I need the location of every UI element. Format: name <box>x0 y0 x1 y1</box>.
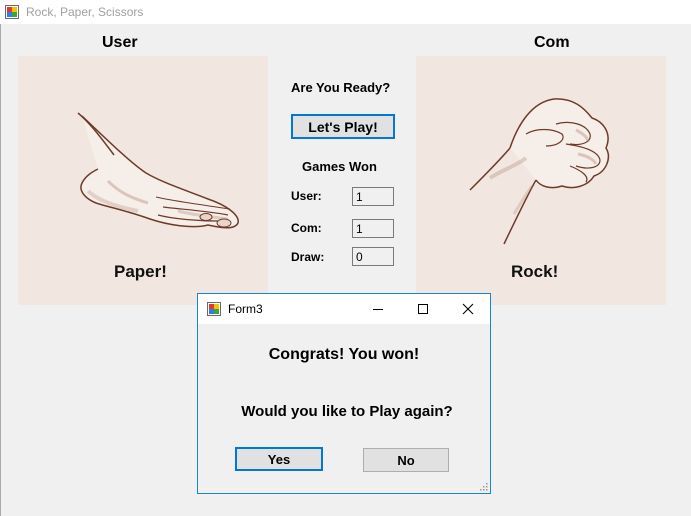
maximize-icon <box>417 304 428 314</box>
dialog-close-button[interactable] <box>445 294 490 324</box>
dialog-title: Form3 <box>228 302 263 316</box>
com-score-label: Com: <box>291 221 322 235</box>
dialog-question: Would you like to Play again? <box>241 403 453 420</box>
draw-score-label: Draw: <box>291 250 325 264</box>
result-dialog: Form3 Congrats! You won! Would you like … <box>197 293 491 494</box>
com-heading: Com <box>534 34 570 51</box>
close-icon <box>462 303 473 315</box>
user-choice-label: Paper! <box>114 262 167 281</box>
dialog-message: Congrats! You won! <box>268 346 420 363</box>
com-choice-panel: Rock! <box>416 56 666 305</box>
ready-label: Are You Ready? <box>291 80 391 95</box>
user-heading: User <box>102 34 138 51</box>
app-icon <box>5 5 19 19</box>
user-choice-panel: Paper! <box>18 56 268 305</box>
lets-play-button[interactable]: Let's Play! <box>291 114 395 139</box>
user-score-field[interactable]: 1 <box>352 187 394 206</box>
window-border <box>0 24 1 516</box>
paper-hand-icon <box>77 112 239 229</box>
resize-grip-icon[interactable] <box>478 481 488 491</box>
games-won-heading: Games Won <box>302 159 377 174</box>
com-score-field[interactable]: 1 <box>352 219 394 238</box>
rock-fist-icon <box>469 98 610 245</box>
no-button[interactable]: No <box>363 448 449 472</box>
dialog-minimize-button[interactable] <box>355 294 400 324</box>
window-title: Rock, Paper, Scissors <box>26 5 144 19</box>
com-choice-label: Rock! <box>511 262 559 281</box>
draw-score-field[interactable]: 0 <box>352 247 394 266</box>
minimize-icon <box>372 309 383 310</box>
dialog-maximize-button[interactable] <box>400 294 445 324</box>
yes-button[interactable]: Yes <box>235 447 323 471</box>
dialog-app-icon <box>207 302 221 316</box>
user-score-label: User: <box>291 189 322 203</box>
